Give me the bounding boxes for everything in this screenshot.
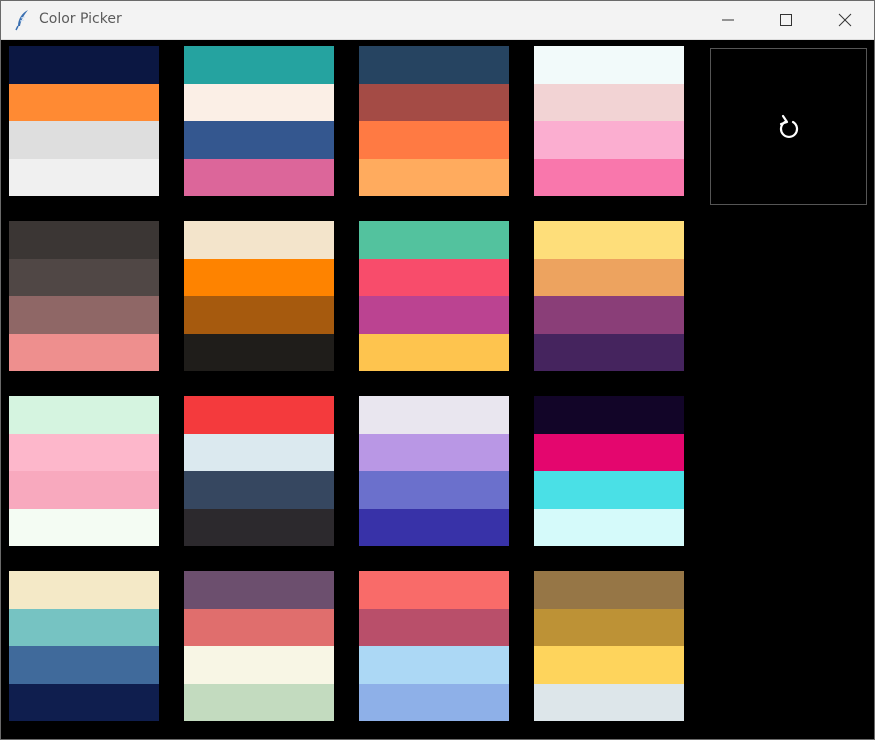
color-stripe[interactable] <box>359 296 509 334</box>
color-stripe[interactable] <box>359 158 509 196</box>
color-stripe[interactable] <box>359 471 509 509</box>
color-stripe[interactable] <box>184 396 334 434</box>
color-stripe[interactable] <box>359 121 509 159</box>
color-stripe[interactable] <box>184 508 334 546</box>
color-stripe[interactable] <box>9 121 159 159</box>
color-stripe[interactable] <box>534 683 684 721</box>
color-stripe[interactable] <box>359 221 509 259</box>
feather-icon <box>15 10 28 31</box>
color-stripe[interactable] <box>359 608 509 646</box>
maximize-button[interactable] <box>757 1 815 39</box>
color-stripe[interactable] <box>534 83 684 121</box>
color-stripe[interactable] <box>534 258 684 296</box>
color-stripe[interactable] <box>184 221 334 259</box>
color-stripe[interactable] <box>359 396 509 434</box>
color-stripe[interactable] <box>9 333 159 371</box>
palette-swatch[interactable] <box>534 221 684 371</box>
close-button[interactable] <box>816 1 874 39</box>
color-stripe[interactable] <box>534 646 684 684</box>
palette-swatch[interactable] <box>359 221 509 371</box>
color-stripe[interactable] <box>9 471 159 509</box>
color-stripe[interactable] <box>184 571 334 609</box>
color-stripe[interactable] <box>9 396 159 434</box>
color-stripe[interactable] <box>9 158 159 196</box>
palette-swatch[interactable] <box>359 396 509 546</box>
color-stripe[interactable] <box>184 121 334 159</box>
color-stripe[interactable] <box>534 296 684 334</box>
color-stripe[interactable] <box>9 608 159 646</box>
color-stripe[interactable] <box>9 646 159 684</box>
title-bar[interactable]: Color Picker <box>1 1 874 40</box>
palette-swatch[interactable] <box>9 396 159 546</box>
palette-swatch[interactable] <box>184 571 334 721</box>
color-stripe[interactable] <box>184 471 334 509</box>
app-window: Color Picker <box>0 0 875 740</box>
color-stripe[interactable] <box>534 433 684 471</box>
palette-swatch[interactable] <box>359 571 509 721</box>
color-stripe[interactable] <box>534 396 684 434</box>
color-stripe[interactable] <box>9 258 159 296</box>
color-stripe[interactable] <box>359 333 509 371</box>
color-stripe[interactable] <box>9 221 159 259</box>
palette-swatch[interactable] <box>534 46 684 196</box>
palette-swatch[interactable] <box>184 46 334 196</box>
color-stripe[interactable] <box>9 83 159 121</box>
color-stripe[interactable] <box>534 508 684 546</box>
color-stripe[interactable] <box>184 608 334 646</box>
color-stripe[interactable] <box>9 508 159 546</box>
color-stripe[interactable] <box>184 46 334 84</box>
palette-swatch[interactable] <box>184 221 334 371</box>
color-stripe[interactable] <box>534 121 684 159</box>
refresh-icon <box>779 114 799 139</box>
color-stripe[interactable] <box>9 683 159 721</box>
palette-swatch[interactable] <box>534 571 684 721</box>
color-stripe[interactable] <box>359 433 509 471</box>
maximize-icon <box>780 14 792 26</box>
palette-swatch[interactable] <box>9 46 159 196</box>
color-stripe[interactable] <box>359 258 509 296</box>
palette-area <box>1 40 874 739</box>
minimize-button[interactable] <box>699 1 757 39</box>
palette-swatch[interactable] <box>184 396 334 546</box>
color-stripe[interactable] <box>184 296 334 334</box>
color-stripe[interactable] <box>534 221 684 259</box>
color-stripe[interactable] <box>534 571 684 609</box>
minimize-icon <box>722 19 734 21</box>
palette-swatch[interactable] <box>534 396 684 546</box>
window-title: Color Picker <box>39 11 122 27</box>
color-stripe[interactable] <box>9 296 159 334</box>
palette-swatch[interactable] <box>9 571 159 721</box>
color-stripe[interactable] <box>184 683 334 721</box>
color-stripe[interactable] <box>359 46 509 84</box>
color-stripe[interactable] <box>184 258 334 296</box>
palette-swatch[interactable] <box>359 46 509 196</box>
color-stripe[interactable] <box>534 46 684 84</box>
color-stripe[interactable] <box>184 83 334 121</box>
color-stripe[interactable] <box>359 683 509 721</box>
close-icon <box>838 13 852 27</box>
color-stripe[interactable] <box>184 433 334 471</box>
color-stripe[interactable] <box>184 333 334 371</box>
color-stripe[interactable] <box>9 571 159 609</box>
palette-swatch[interactable] <box>9 221 159 371</box>
color-stripe[interactable] <box>534 608 684 646</box>
color-stripe[interactable] <box>359 83 509 121</box>
color-stripe[interactable] <box>534 471 684 509</box>
refresh-button[interactable] <box>710 48 867 205</box>
color-stripe[interactable] <box>359 571 509 609</box>
color-stripe[interactable] <box>184 158 334 196</box>
color-stripe[interactable] <box>9 433 159 471</box>
color-stripe[interactable] <box>359 508 509 546</box>
color-stripe[interactable] <box>184 646 334 684</box>
color-stripe[interactable] <box>534 333 684 371</box>
color-stripe[interactable] <box>9 46 159 84</box>
color-stripe[interactable] <box>359 646 509 684</box>
color-stripe[interactable] <box>534 158 684 196</box>
